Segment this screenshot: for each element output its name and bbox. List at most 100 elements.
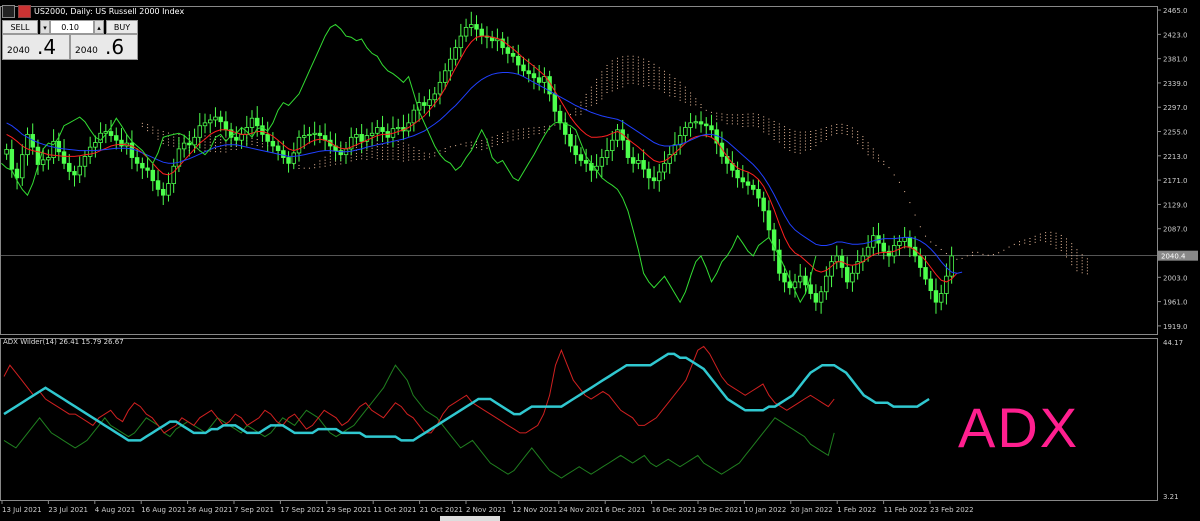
price-axis[interactable]: 2465.0 2423.0 2381.0 2339.0 2297.0 2255.0 2213… [1157,7,1198,331]
candle-body [834,255,840,263]
cloud-dot [992,254,994,256]
cloud-dot [387,146,389,148]
cloud-dot [1076,261,1078,263]
cloud-dot [1029,237,1031,239]
candle-body [354,134,359,138]
cloud-dot [434,152,436,154]
cloud-dot [261,146,263,148]
cloud-dot [836,126,838,128]
candle-body [254,117,260,127]
cloud-dot [616,57,618,59]
cloud-dot [251,140,253,142]
cloud-dot [1013,243,1015,245]
time-tick-label: 2 Nov 2021 [466,506,506,514]
candle-body [803,275,808,286]
cloud-dot [1039,233,1041,235]
cloud-dot [523,131,525,133]
cloud-dot [627,67,629,69]
cloud-dot [616,66,618,68]
cloud-dot [653,75,655,77]
cloud-dot [1066,256,1068,258]
cloud-dot [627,73,629,75]
candle-body [108,131,114,136]
cloud-dot [648,81,650,83]
cloud-dot [303,167,305,169]
chart-type-icon[interactable] [18,4,31,18]
cloud-dot [794,148,796,150]
cloud-dot [601,80,603,82]
buy-button[interactable]: BUY [106,20,138,34]
candle-body [797,275,803,283]
lot-increase-icon[interactable]: ▴ [94,20,104,34]
cloud-dot [794,136,796,138]
candle-body [610,139,615,152]
candle-body [782,272,787,283]
cloud-dot [804,134,806,136]
cloud-dot [700,107,702,109]
candle-body [265,134,270,142]
candle-body [213,116,218,121]
cloud-dot [397,159,399,161]
cloud-dot [627,70,629,72]
cloud-dot [335,163,337,165]
lot-size-input[interactable]: 0.10 [50,20,94,34]
sell-price-box[interactable]: 2040 .4 [2,34,70,60]
time-tick-label: 6 Dec 2021 [605,506,645,514]
cloud-dot [857,137,859,139]
cloud-dot [747,116,749,118]
cloud-dot [606,68,608,70]
cloud-dot [376,146,378,148]
cloud-dot [167,138,169,140]
cloud-dot [350,160,352,162]
cloud-dot [355,158,357,160]
cloud-dot [674,84,676,86]
cloud-dot [491,136,493,138]
cloud-dot [616,84,618,86]
cloud-dot [763,119,765,121]
cloud-dot [314,167,316,169]
cloud-dot [590,95,592,97]
price-tick-label: 2465.0 [1163,7,1188,15]
candle-body [740,177,746,183]
cloud-dot [606,74,608,76]
cloud-dot [606,65,608,67]
cloud-dot [517,135,519,137]
cloud-dot [402,148,404,150]
candle-body [9,149,15,170]
cloud-dot [799,134,801,136]
cloud-dot [773,129,775,131]
cloud-dot [382,149,384,151]
lot-decrease-icon[interactable]: ▾ [40,20,50,34]
cloud-dot [862,142,864,144]
time-axis[interactable]: 13 Jul 2021 23 Jul 2021 4 Aug 2021 16 Aug 2… [1,500,974,521]
cloud-dot [799,131,801,133]
cloud-dot [690,104,692,106]
cloud-dot [716,118,718,120]
cloud-dot [533,127,535,129]
chart-menu-icon[interactable] [2,4,15,18]
cloud-dot [596,96,598,98]
cloud-dot [726,120,728,122]
buy-price-box[interactable]: 2040 .6 [70,34,138,60]
candle-body [526,70,531,75]
cloud-dot [648,72,650,74]
cloud-dot [580,104,582,106]
cloud-dot [392,152,394,154]
candle-body [181,142,187,150]
cloud-dot [481,149,483,151]
cloud-dot [768,124,770,126]
cloud-dot [998,252,1000,254]
cloud-dot [397,153,399,155]
cloud-dot [225,151,227,153]
cloud-dot [444,148,446,150]
cloud-dot [773,126,775,128]
candle-body [67,162,72,172]
sell-button[interactable]: SELL [2,20,38,34]
cloud-dot [523,128,525,130]
cloud-dot [611,60,613,62]
cloud-dot [778,126,780,128]
cloud-dot [392,158,394,160]
cloud-dot [1071,264,1073,266]
candle-body [442,70,448,83]
cloud-dot [361,158,363,160]
